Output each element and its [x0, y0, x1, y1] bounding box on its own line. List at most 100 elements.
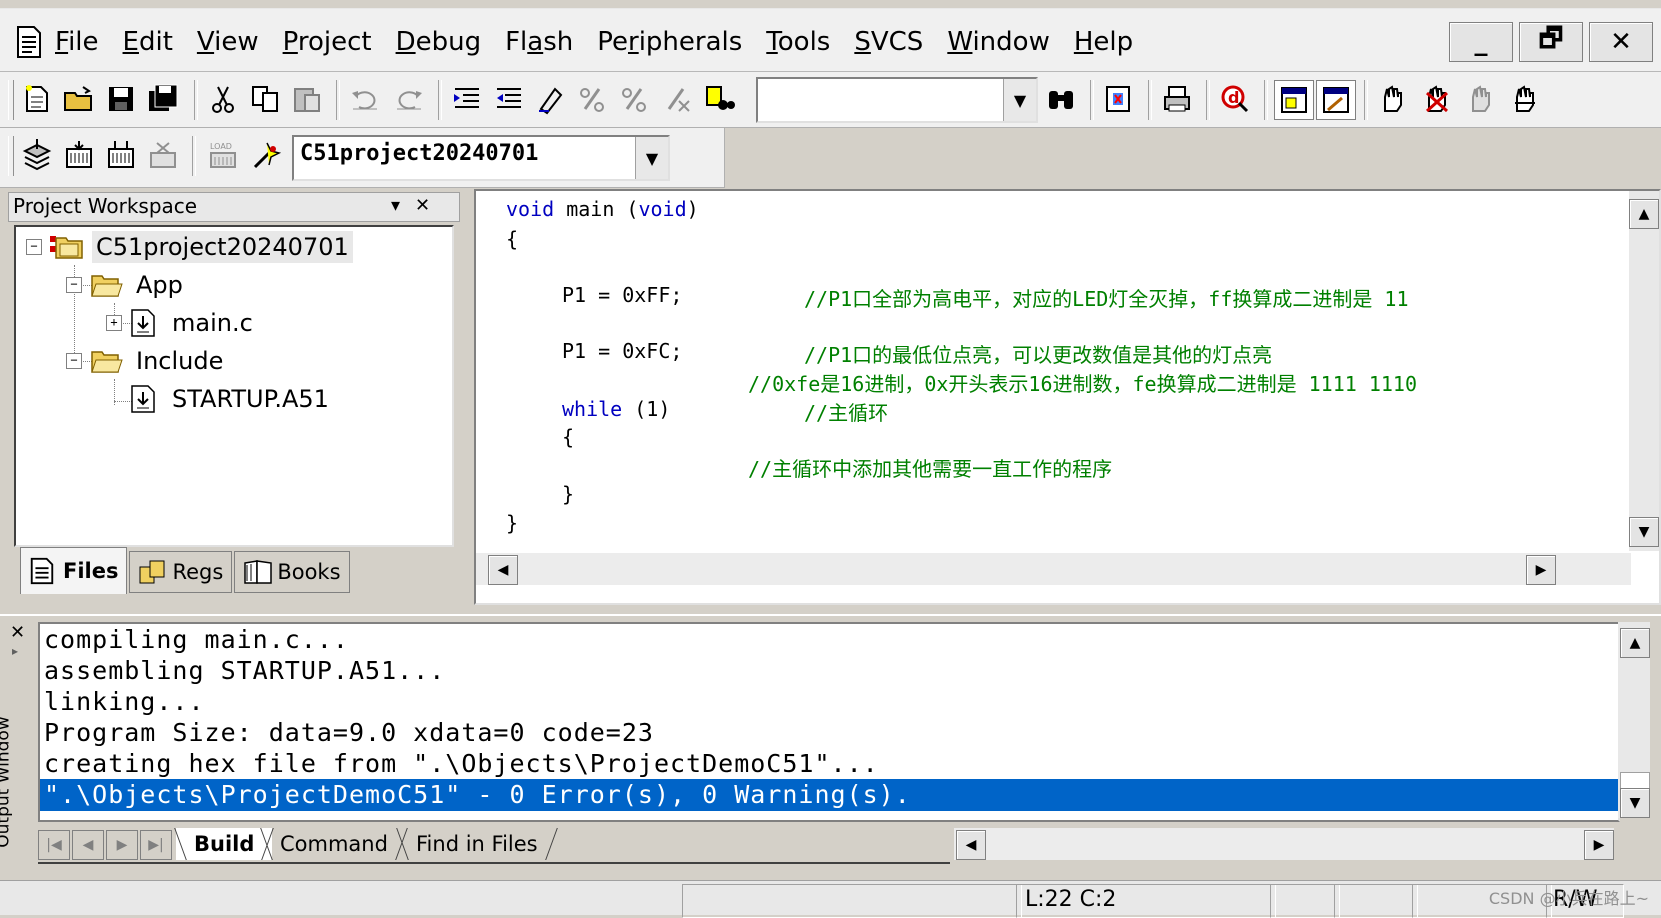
copy-icon[interactable] [246, 80, 284, 118]
scroll-down-icon[interactable]: ▼ [1620, 788, 1650, 818]
last-tab-icon[interactable]: ▶| [140, 830, 172, 860]
code-area[interactable]: void main (void) { P1 = 0xFF; //P1口全部为高电… [506, 197, 1616, 557]
unindent-icon[interactable] [490, 80, 528, 118]
tab-build[interactable]: Build [176, 828, 273, 860]
first-tab-icon[interactable]: |◀ [38, 830, 70, 860]
output-vertical-scrollbar[interactable]: ▲ ▼ [1618, 622, 1650, 818]
scroll-up-icon[interactable]: ▲ [1629, 199, 1659, 229]
open-folder-icon[interactable] [60, 80, 98, 118]
folder-open-icon [91, 351, 123, 373]
build-output-text[interactable]: compiling main.c... assembling STARTUP.A… [38, 622, 1620, 822]
menu-peripherals[interactable]: Peripherals [597, 23, 752, 61]
menu-flash[interactable]: Flash [505, 23, 583, 61]
menu-debug[interactable]: Debug [396, 23, 492, 61]
new-file-icon[interactable] [18, 80, 56, 118]
code-comment: //主循环中添加其他需要一直工作的程序 [748, 457, 1113, 481]
menu-svcs[interactable]: SVCS [854, 23, 933, 61]
translate-icon[interactable] [18, 136, 56, 174]
paste-icon[interactable] [288, 80, 326, 118]
menu-view[interactable]: View [197, 23, 269, 61]
tab-find-in-files[interactable]: Find in Files [398, 828, 556, 860]
tab-books[interactable]: Books [234, 551, 350, 593]
menu-file[interactable]: File [55, 23, 109, 61]
collapse-icon[interactable]: − [26, 239, 42, 255]
scroll-up-icon[interactable]: ▲ [1620, 628, 1650, 658]
chevron-down-icon[interactable]: ▾ [391, 193, 400, 219]
tab-regs[interactable]: Regs [129, 551, 233, 593]
status-cursor-position: L:22 C:2 [1016, 884, 1276, 918]
hand-all-icon[interactable] [1506, 80, 1544, 118]
editor-vertical-scrollbar[interactable]: ▲ ▼ [1629, 191, 1659, 551]
code-editor[interactable]: void main (void) { P1 = 0xFF; //P1口全部为高电… [474, 189, 1661, 605]
hand-gray-icon[interactable] [1462, 80, 1500, 118]
redo-icon[interactable] [390, 80, 428, 118]
collapse-icon[interactable]: − [66, 353, 82, 369]
undo-icon[interactable] [346, 80, 384, 118]
prev-tab-icon[interactable]: ◀ [72, 830, 104, 860]
status-panel [1270, 884, 1340, 918]
scroll-left-icon[interactable]: ◀ [956, 830, 986, 860]
bookmark-toggle-icon[interactable] [532, 80, 570, 118]
menu-bar: File Edit View Project Debug Flash Perip… [0, 8, 1661, 72]
menu-window[interactable]: Window [947, 23, 1060, 61]
output-horizontal-scrollbar[interactable]: ◀ ▶ [954, 828, 1614, 860]
code-line: } [506, 511, 519, 535]
incremental-find-icon[interactable] [1100, 80, 1138, 118]
bookmark-clear-icon[interactable] [658, 80, 696, 118]
restore-button[interactable]: 🗗 [1519, 22, 1583, 62]
workspace-tabs: Files Regs Books [20, 547, 352, 595]
bookmark-prev-icon[interactable] [574, 80, 612, 118]
indent-icon[interactable] [448, 80, 486, 118]
next-tab-icon[interactable]: ▶ [106, 830, 138, 860]
hand-disable-icon[interactable] [1418, 80, 1456, 118]
stop-build-icon[interactable] [144, 136, 182, 174]
scroll-down-icon[interactable]: ▼ [1629, 517, 1659, 547]
tree-node-startup[interactable]: STARTUP.A51 [130, 383, 333, 415]
menu-help[interactable]: Help [1074, 23, 1143, 61]
load-download-icon[interactable]: LOAD [204, 136, 242, 174]
chevron-down-icon[interactable]: ▼ [1003, 79, 1036, 121]
scroll-left-icon[interactable]: ◀ [488, 555, 518, 585]
menu-edit[interactable]: Edit [123, 23, 183, 61]
code-comment: //主循环 [804, 401, 889, 425]
save-icon[interactable] [102, 80, 140, 118]
close-icon[interactable]: ✕ [415, 193, 430, 219]
minimize-button[interactable]: _ [1449, 22, 1513, 62]
output-window-icon[interactable] [1316, 80, 1356, 120]
close-icon[interactable]: ✕ [10, 622, 25, 643]
tree-node-include[interactable]: − Include [66, 345, 227, 377]
menu-tools[interactable]: Tools [766, 23, 840, 61]
tab-command[interactable]: Command [262, 828, 406, 860]
scroll-right-icon[interactable]: ▶ [1526, 555, 1556, 585]
scroll-right-icon[interactable]: ▶ [1584, 830, 1614, 860]
find-combo[interactable]: ▼ [756, 77, 1038, 123]
collapse-icon[interactable]: − [66, 277, 82, 293]
save-all-icon[interactable] [144, 80, 182, 118]
pin-icon[interactable]: ▸ [12, 644, 18, 658]
close-window-button[interactable]: ✕ [1589, 22, 1653, 62]
expand-icon[interactable]: + [106, 315, 122, 331]
bookmark-next-icon[interactable] [616, 80, 654, 118]
binoculars-icon[interactable] [1042, 80, 1080, 118]
target-select-value: C51project20240701 [300, 141, 539, 166]
build-icon[interactable] [60, 136, 98, 174]
target-options-icon[interactable] [248, 136, 286, 174]
print-icon[interactable] [1158, 80, 1196, 118]
hand-icon[interactable] [1374, 80, 1412, 118]
find-in-files-icon[interactable] [700, 80, 738, 118]
tree-node-project[interactable]: − C51project20240701 [26, 231, 353, 263]
menu-project[interactable]: Project [283, 23, 382, 61]
rebuild-icon[interactable] [102, 136, 140, 174]
toolbar-grip[interactable] [8, 136, 14, 176]
workspace-window-icon[interactable] [1274, 80, 1314, 120]
toolbar-grip[interactable] [8, 80, 14, 120]
debug-session-icon[interactable]: d [1216, 80, 1254, 118]
tree-node-main-c[interactable]: + main.c [106, 307, 257, 339]
tree-node-app[interactable]: − App [66, 269, 187, 301]
chevron-down-icon[interactable]: ▼ [635, 137, 668, 179]
workspace-title: Project Workspace [13, 194, 198, 218]
cut-icon[interactable] [204, 80, 242, 118]
target-select[interactable]: C51project20240701 ▼ [292, 135, 670, 181]
tab-files[interactable]: Files [20, 547, 128, 594]
editor-horizontal-scrollbar[interactable]: ◀ ▶ [476, 553, 1631, 585]
